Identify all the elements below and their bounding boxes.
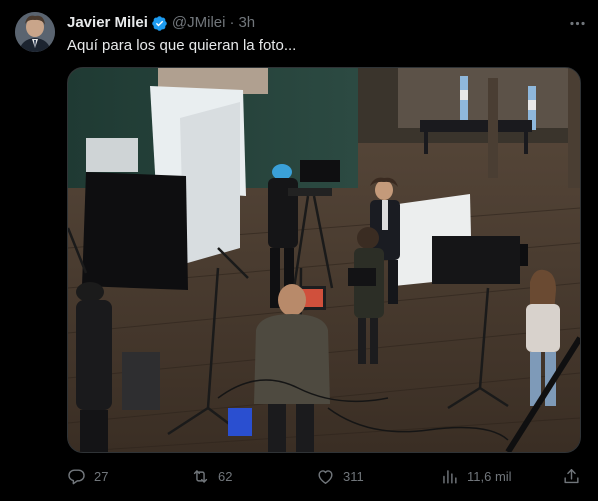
repost-count: 62 [218, 468, 233, 484]
repost-arrows-icon [193, 469, 208, 483]
tweet-action-bar: 27 62 311 11,6 mil [67, 463, 581, 489]
views-button[interactable]: 11,6 mil [440, 463, 512, 489]
heart-icon [318, 469, 333, 484]
more-options-button[interactable] [566, 13, 588, 33]
reply-bubble-icon [68, 468, 85, 484]
tweet-header: Javier Milei @JMilei · 3h [67, 13, 588, 33]
author-name[interactable]: Javier Milei [67, 13, 148, 33]
like-button[interactable]: 311 [316, 463, 364, 489]
like-count: 311 [343, 468, 364, 484]
author-avatar[interactable] [15, 12, 55, 52]
repost-button[interactable]: 62 [191, 463, 232, 489]
bar-chart-icon [443, 469, 457, 484]
avatar-image [15, 12, 55, 52]
reply-button[interactable]: 27 [67, 463, 108, 489]
more-horizontal-icon [569, 21, 585, 25]
reply-count: 27 [94, 468, 109, 484]
separator-dot: · [229, 14, 235, 31]
share-upload-icon [564, 468, 579, 483]
verified-badge-icon [151, 15, 168, 32]
author-handle[interactable]: @JMilei [172, 13, 226, 33]
tweet-timestamp[interactable]: 3h [238, 13, 255, 33]
share-button[interactable] [562, 463, 581, 489]
tweet-text: Aquí para los que quieran la foto... [67, 37, 297, 54]
tweet-photo[interactable] [67, 67, 581, 453]
views-count: 11,6 mil [467, 468, 512, 484]
studio-photo [68, 68, 580, 452]
